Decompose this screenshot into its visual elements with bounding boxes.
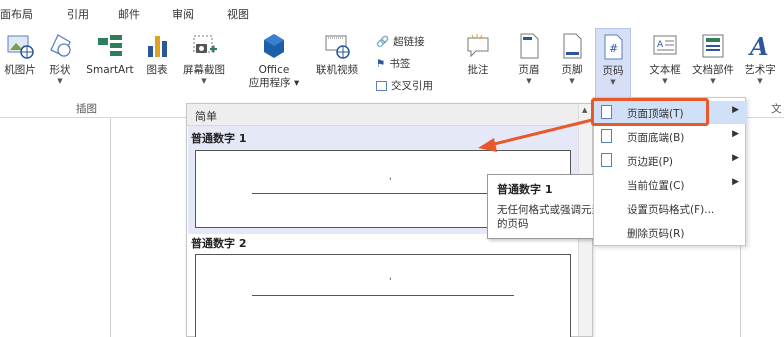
annotation-arrow xyxy=(478,118,593,152)
